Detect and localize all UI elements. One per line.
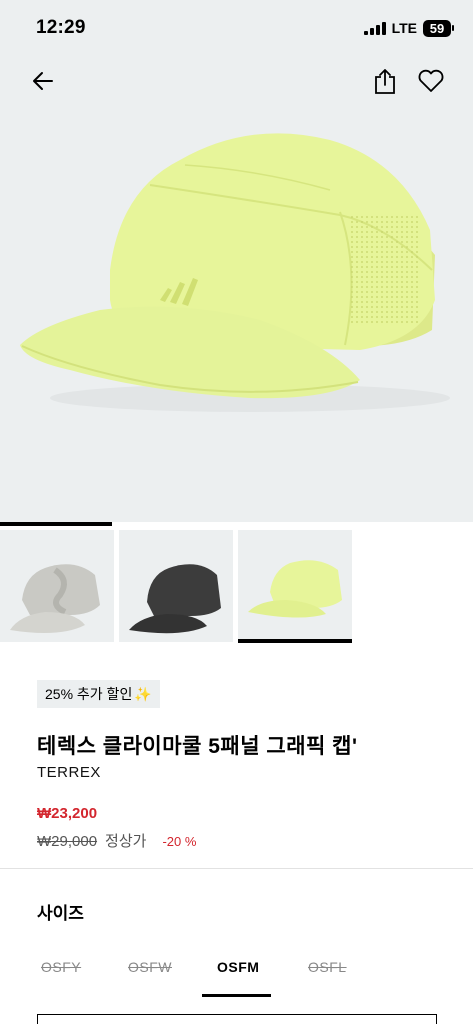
cap-image	[20, 133, 450, 412]
thumbnail-grey-camo[interactable]	[0, 530, 114, 642]
thumbnail-strip	[0, 522, 473, 646]
thumb-position-indicator	[0, 522, 112, 526]
cap-thumbnail-image	[10, 564, 100, 634]
section-divider	[0, 868, 473, 869]
size-selector: OSFY OSFW OSFM OSFL	[0, 950, 473, 998]
share-button[interactable]	[368, 64, 402, 98]
original-price: ₩29,000	[37, 833, 98, 850]
promo-badge: 25% 추가 할인 ✨	[37, 680, 160, 708]
cap-thumbnail-image	[248, 560, 342, 618]
battery-icon: 59	[423, 19, 454, 37]
back-button[interactable]	[26, 64, 60, 98]
thumbnail-yellow[interactable]	[238, 530, 352, 642]
arrow-left-icon	[33, 72, 53, 90]
heart-icon	[418, 69, 444, 92]
size-selected-indicator	[202, 994, 271, 997]
size-option-osfy[interactable]: OSFY	[41, 959, 81, 975]
original-price-row: ₩29,000 정상가 -20 %	[37, 830, 196, 851]
size-section-title: 사이즈	[37, 904, 84, 923]
status-indicators: LTE 59	[363, 19, 454, 37]
status-time: 12:29	[36, 17, 86, 38]
wishlist-button[interactable]	[414, 64, 448, 98]
thumb-selected-indicator	[238, 639, 352, 643]
share-icon	[375, 69, 395, 94]
thumbnail-black[interactable]	[119, 530, 233, 642]
original-price-label: 정상가	[105, 833, 147, 850]
product-brand: TERREX	[37, 764, 101, 781]
sale-price: ₩23,200	[37, 805, 98, 822]
add-to-bag-button[interactable]	[37, 1014, 437, 1024]
sparkle-icon: ✨	[134, 685, 152, 702]
size-option-osfw[interactable]: OSFW	[128, 959, 172, 975]
cap-thumbnail-image	[129, 564, 221, 634]
product-title: 테렉스 클라이마쿨 5패널 그래픽 캡'	[37, 735, 358, 758]
status-bar: 12:29 LTE 59	[0, 0, 473, 56]
network-label: LTE	[391, 20, 417, 36]
size-option-osfl[interactable]: OSFL	[308, 959, 347, 975]
signal-icon	[363, 21, 386, 35]
size-option-osfm[interactable]: OSFM	[217, 959, 259, 975]
promo-text: 25% 추가 할인	[45, 686, 133, 702]
product-hero-image[interactable]	[0, 0, 473, 522]
discount-percent: -20 %	[162, 834, 197, 849]
